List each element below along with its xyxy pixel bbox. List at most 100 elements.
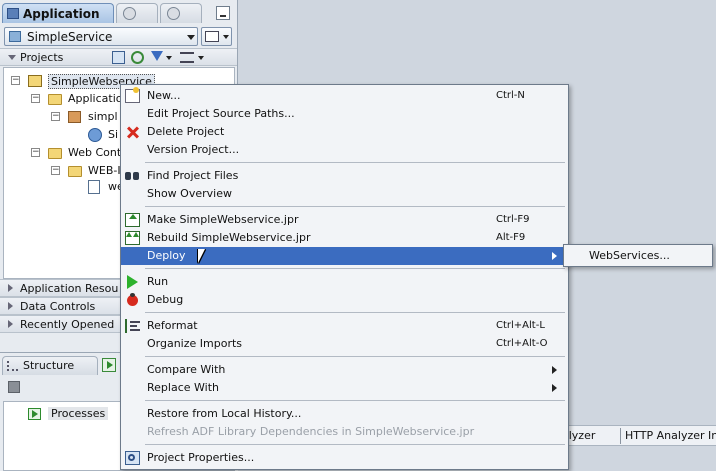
menu-separator: [145, 312, 565, 313]
menu-item-edit-source-paths[interactable]: Edit Project Source Paths...: [121, 105, 568, 123]
folder-icon: [68, 166, 82, 177]
menu-item-webservices[interactable]: WebServices...: [564, 247, 712, 265]
tree-label: Web Cont: [68, 146, 122, 159]
tree-row[interactable]: Processes: [14, 406, 124, 422]
filter-chevron-icon[interactable]: [166, 56, 172, 60]
menu-label: Delete Project: [147, 125, 225, 138]
application-icon: [7, 8, 19, 19]
menu-item-make[interactable]: Make SimpleWebservice.jpr Ctrl-F9: [121, 211, 568, 229]
mouse-cursor-icon: [198, 249, 205, 263]
menu-item-show-overview[interactable]: Show Overview: [121, 185, 568, 203]
tab-resources[interactable]: [160, 3, 202, 23]
menu-label: Reformat: [147, 319, 198, 332]
tab-application[interactable]: Application: [2, 3, 114, 23]
menu-item-debug[interactable]: Debug: [121, 291, 568, 309]
make-icon: [125, 213, 140, 227]
package-icon: [68, 111, 81, 123]
menu-shortcut: Ctrl-F9: [496, 214, 530, 225]
options-chevron-icon[interactable]: [198, 56, 204, 60]
collapse-toggle[interactable]: −: [11, 76, 20, 85]
menu-shortcut: Alt-F9: [496, 232, 526, 243]
menu-label: Show Overview: [147, 187, 232, 200]
submenu-arrow-icon: [552, 384, 557, 392]
menu-label: Restore from Local History...: [147, 407, 302, 420]
tree-label: simpl: [88, 110, 118, 123]
menu-item-rebuild[interactable]: Rebuild SimpleWebservice.jpr Alt-F9: [121, 229, 568, 247]
menu-label: WebServices...: [589, 249, 670, 262]
rebuild-icon: [125, 231, 140, 245]
menu-item-compare-with[interactable]: Compare With: [121, 361, 568, 379]
tree-label: Processes: [48, 407, 109, 420]
tab-http-analyzer[interactable]: HTTP Analyzer In: [625, 429, 716, 442]
collapse-toggle[interactable]: −: [31, 94, 40, 103]
menu-label: Deploy: [147, 249, 186, 262]
menu-item-refresh-adf-dependencies: Refresh ADF Library Dependencies in Simp…: [121, 423, 568, 441]
tab-files[interactable]: [116, 3, 158, 23]
bug-icon: [125, 293, 140, 307]
menu-item-reformat[interactable]: Reformat Ctrl+Alt-L: [121, 317, 568, 335]
collapse-icon: [8, 55, 16, 60]
stop-button[interactable]: [8, 381, 20, 393]
tab-structure-label: Structure: [23, 359, 75, 372]
submenu-arrow-icon: [552, 252, 557, 260]
tree-label: WEB-I: [88, 164, 121, 177]
globe-icon-2: [167, 7, 180, 20]
properties-icon: [125, 451, 140, 465]
minimize-button[interactable]: [216, 6, 230, 20]
menu-item-delete-project[interactable]: Delete Project: [121, 123, 568, 141]
projects-header[interactable]: Projects: [0, 48, 237, 66]
menu-shortcut: Ctrl+Alt-O: [496, 338, 548, 349]
search-icon[interactable]: [112, 51, 125, 64]
menu-label: Version Project...: [147, 143, 240, 156]
new-icon: [125, 87, 140, 103]
menu-label: Organize Imports: [147, 337, 243, 350]
reformat-icon: [125, 319, 140, 333]
section-label: Data Controls: [20, 300, 96, 313]
menu-label: Replace With: [147, 381, 219, 394]
app-menu-dropdown[interactable]: [201, 27, 232, 46]
menu-item-organize-imports[interactable]: Organize Imports Ctrl+Alt-O: [121, 335, 568, 353]
menu-label: Debug: [147, 293, 184, 306]
filter-icon[interactable]: [151, 51, 163, 61]
menu-separator: [145, 206, 565, 207]
menu-item-restore-local-history[interactable]: Restore from Local History...: [121, 405, 568, 423]
menu-label: New...: [147, 89, 181, 102]
menu-item-deploy[interactable]: Deploy: [121, 247, 568, 265]
submenu-arrow-icon: [552, 366, 557, 374]
menu-label: Find Project Files: [147, 169, 239, 182]
folder-icon: [48, 148, 62, 159]
menu-label: Refresh ADF Library Dependencies in Simp…: [147, 425, 475, 438]
menu-label: Run: [147, 275, 169, 288]
menu-shortcut: Ctrl-N: [496, 90, 525, 101]
section-label: Recently Opened: [20, 318, 115, 331]
menu-item-run[interactable]: Run: [121, 273, 568, 291]
collapse-toggle[interactable]: −: [31, 148, 40, 157]
menu-item-version-project[interactable]: Version Project...: [121, 141, 568, 159]
menu-item-project-properties[interactable]: Project Properties...: [121, 449, 568, 467]
webservice-icon: [88, 128, 102, 142]
globe-icon: [123, 7, 136, 20]
refresh-icon[interactable]: [131, 51, 144, 64]
tree-label: Applicatio: [68, 92, 123, 105]
menu-item-replace-with[interactable]: Replace With: [121, 379, 568, 397]
project-icon: [28, 75, 42, 87]
menu-separator: [145, 400, 565, 401]
delete-icon: [125, 125, 140, 139]
tab-structure[interactable]: Structure: [2, 356, 98, 375]
menu-item-new[interactable]: New... Ctrl-N: [121, 87, 568, 105]
tab-divider: [620, 428, 621, 444]
process-icon: [28, 408, 41, 420]
menu-separator: [145, 162, 565, 163]
menu-shortcut: Ctrl+Alt-L: [496, 320, 545, 331]
deploy-submenu: WebServices...: [563, 244, 713, 267]
menu-separator: [145, 444, 565, 445]
tree-label: Si: [108, 128, 119, 141]
options-icon[interactable]: [180, 52, 194, 63]
play-icon[interactable]: [102, 358, 116, 372]
menu-item-find-project-files[interactable]: Find Project Files: [121, 167, 568, 185]
context-menu: New... Ctrl-N Edit Project Source Paths.…: [120, 84, 569, 470]
collapse-toggle[interactable]: −: [51, 166, 60, 175]
tab-application-label: Application: [23, 7, 100, 21]
collapse-toggle[interactable]: −: [51, 112, 60, 121]
application-dropdown[interactable]: SimpleService: [4, 27, 198, 46]
